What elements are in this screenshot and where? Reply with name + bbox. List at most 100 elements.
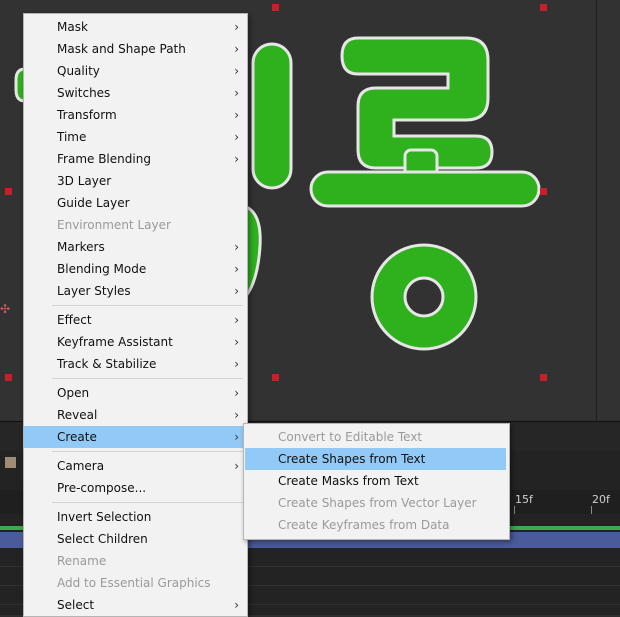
menu-item-pre-compose[interactable]: Pre-compose...	[24, 477, 247, 499]
menu-item-rename: Rename	[24, 550, 247, 572]
menu-item-label: Time	[57, 130, 87, 144]
ruler-tick-label: 15f	[515, 493, 533, 506]
menu-item-label: Effect	[57, 313, 92, 327]
menu-separator	[52, 378, 243, 379]
chevron-right-icon: ›	[234, 152, 239, 166]
submenu-item-label: Convert to Editable Text	[278, 430, 423, 444]
composition-edge	[596, 0, 597, 420]
menu-item-label: Create	[57, 430, 97, 444]
menu-item-add-to-essential-graphics: Add to Essential Graphics	[24, 572, 247, 594]
create-submenu: Convert to Editable Text Create Shapes fr…	[243, 423, 510, 540]
menu-separator	[52, 502, 243, 503]
anchor-point-icon[interactable]: ✣	[0, 302, 10, 316]
chevron-right-icon: ›	[234, 20, 239, 34]
chevron-right-icon: ›	[234, 240, 239, 254]
menu-item-label: Environment Layer	[57, 218, 171, 232]
menu-item-label: Blending Mode	[57, 262, 147, 276]
chevron-right-icon: ›	[234, 430, 239, 444]
chevron-right-icon: ›	[234, 459, 239, 473]
submenu-item-label: Create Shapes from Vector Layer	[278, 496, 477, 510]
submenu-item-create-shapes-from-text[interactable]: Create Shapes from Text	[245, 448, 506, 470]
menu-item-layer-styles[interactable]: Layer Styles ›	[24, 280, 247, 302]
submenu-item-label: Create Masks from Text	[278, 474, 419, 488]
submenu-item-create-keyframes-from-data: Create Keyframes from Data	[245, 514, 506, 536]
ruler-tickmark	[591, 506, 592, 514]
menu-item-effect[interactable]: Effect ›	[24, 309, 247, 331]
menu-item-label: Invert Selection	[57, 510, 152, 524]
chevron-right-icon: ›	[234, 108, 239, 122]
submenu-item-create-shapes-from-vector-layer: Create Shapes from Vector Layer	[245, 492, 506, 514]
submenu-item-label: Create Shapes from Text	[278, 452, 426, 466]
menu-item-environment-layer: Environment Layer	[24, 214, 247, 236]
transform-handle-bottom-left[interactable]	[5, 374, 12, 381]
menu-item-markers[interactable]: Markers ›	[24, 236, 247, 258]
menu-item-label: Mask	[57, 20, 88, 34]
menu-item-label: Track & Stabilize	[57, 357, 157, 371]
chevron-right-icon: ›	[234, 42, 239, 56]
menu-separator	[52, 305, 243, 306]
chevron-right-icon: ›	[234, 408, 239, 422]
menu-item-label: Layer Styles	[57, 284, 131, 298]
submenu-item-label: Create Keyframes from Data	[278, 518, 450, 532]
menu-item-label: Guide Layer	[57, 196, 130, 210]
chevron-right-icon: ›	[234, 284, 239, 298]
transform-handle-bottom-right[interactable]	[540, 374, 547, 381]
chevron-right-icon: ›	[234, 64, 239, 78]
menu-item-quality[interactable]: Quality ›	[24, 60, 247, 82]
menu-item-invert-selection[interactable]: Invert Selection	[24, 506, 247, 528]
menu-item-transform[interactable]: Transform ›	[24, 104, 247, 126]
menu-item-select-children[interactable]: Select Children	[24, 528, 247, 550]
chevron-right-icon: ›	[234, 86, 239, 100]
menu-item-mask[interactable]: Mask ›	[24, 16, 247, 38]
ruler-tick-label: 20f	[592, 493, 610, 506]
layer-context-menu: Mask › Mask and Shape Path › Quality › Switche…	[23, 13, 248, 617]
menu-item-label: Add to Essential Graphics	[57, 576, 211, 590]
menu-item-blending-mode[interactable]: Blending Mode ›	[24, 258, 247, 280]
menu-item-mask-and-shape-path[interactable]: Mask and Shape Path ›	[24, 38, 247, 60]
menu-item-label: Reveal	[57, 408, 98, 422]
menu-item-time[interactable]: Time ›	[24, 126, 247, 148]
menu-item-label: 3D Layer	[57, 174, 112, 188]
menu-item-camera[interactable]: Camera ›	[24, 455, 247, 477]
chevron-right-icon: ›	[234, 262, 239, 276]
menu-item-label: Rename	[57, 554, 107, 568]
menu-item-label: Transform	[57, 108, 117, 122]
ruler-tickmark	[514, 506, 515, 514]
chevron-right-icon: ›	[234, 386, 239, 400]
transform-handle-top-right[interactable]	[540, 4, 547, 11]
menu-item-label: Select Children	[57, 532, 148, 546]
menu-item-track-and-stabilize[interactable]: Track & Stabilize ›	[24, 353, 247, 375]
menu-item-label: Switches	[57, 86, 111, 100]
menu-item-label: Keyframe Assistant	[57, 335, 173, 349]
transform-handle-left[interactable]	[5, 188, 12, 195]
menu-item-create[interactable]: Create ›	[24, 426, 247, 448]
transform-handle-right[interactable]	[540, 188, 547, 195]
transform-handle-top[interactable]	[272, 4, 279, 11]
menu-item-label: Pre-compose...	[57, 481, 147, 495]
menu-item-open[interactable]: Open ›	[24, 382, 247, 404]
menu-item-label: Select	[57, 598, 95, 612]
menu-item-label: Markers	[57, 240, 105, 254]
layer-label-color[interactable]	[5, 457, 16, 468]
menu-item-label: Open	[57, 386, 90, 400]
chevron-right-icon: ›	[234, 357, 239, 371]
chevron-right-icon: ›	[234, 130, 239, 144]
submenu-item-create-masks-from-text[interactable]: Create Masks from Text	[245, 470, 506, 492]
menu-separator	[52, 451, 243, 452]
menu-item-guide-layer[interactable]: Guide Layer	[24, 192, 247, 214]
menu-item-label: Frame Blending	[57, 152, 151, 166]
menu-item-label: Mask and Shape Path	[57, 42, 186, 56]
menu-item-switches[interactable]: Switches ›	[24, 82, 247, 104]
menu-item-keyframe-assistant[interactable]: Keyframe Assistant ›	[24, 331, 247, 353]
menu-item-3d-layer[interactable]: 3D Layer	[24, 170, 247, 192]
submenu-item-convert-to-editable-text: Convert to Editable Text	[245, 426, 506, 448]
transform-handle-bottom[interactable]	[272, 374, 279, 381]
menu-item-reveal[interactable]: Reveal ›	[24, 404, 247, 426]
chevron-right-icon: ›	[234, 313, 239, 327]
chevron-right-icon: ›	[234, 335, 239, 349]
menu-item-label: Quality	[57, 64, 100, 78]
menu-item-frame-blending[interactable]: Frame Blending ›	[24, 148, 247, 170]
chevron-right-icon: ›	[234, 598, 239, 612]
menu-item-label: Camera	[57, 459, 105, 473]
menu-item-select[interactable]: Select ›	[24, 594, 247, 616]
